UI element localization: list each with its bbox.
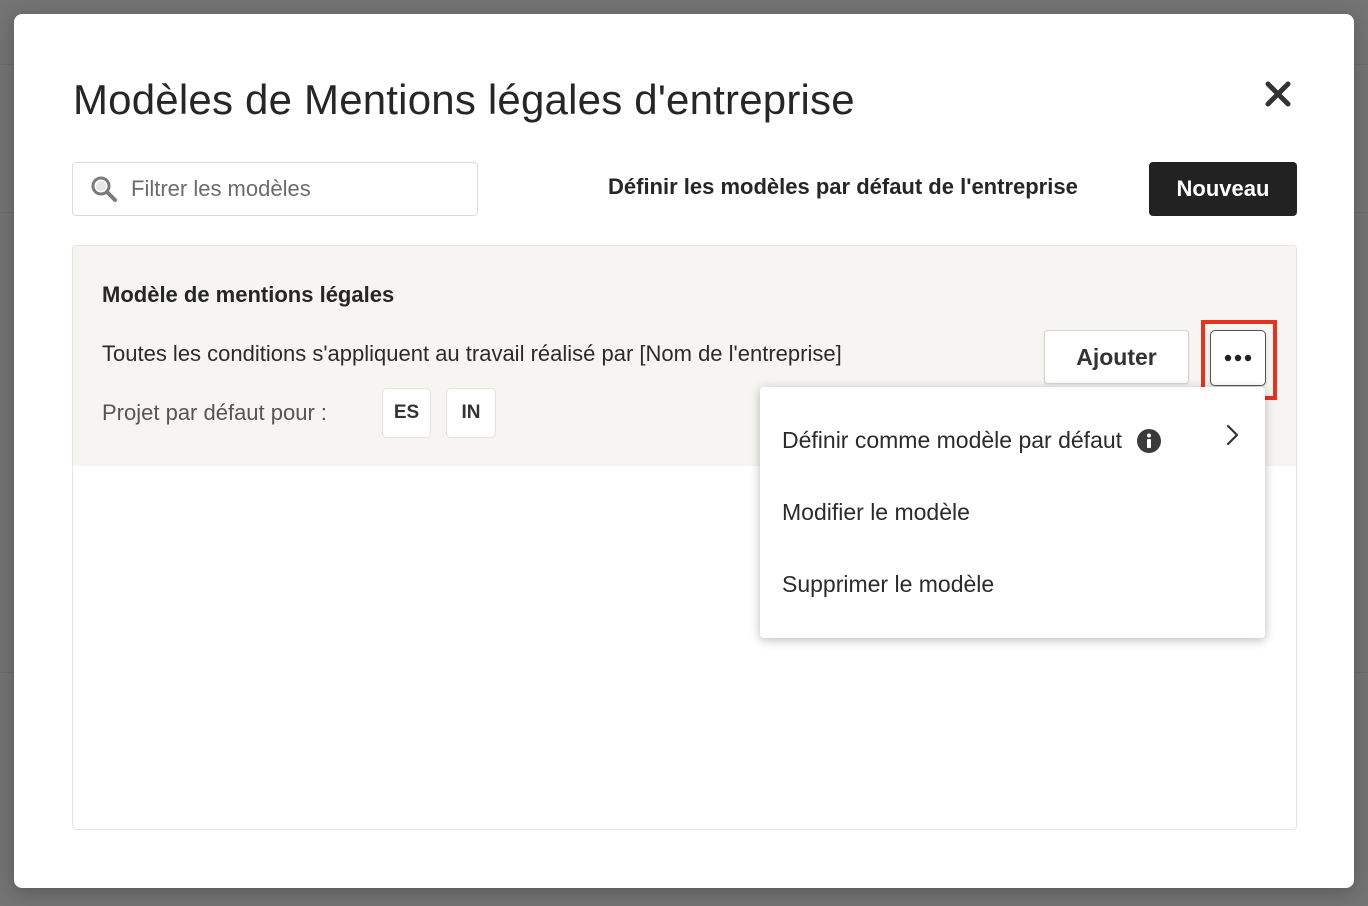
- menu-item-label: Modifier le modèle: [782, 499, 970, 525]
- info-icon[interactable]: [1136, 428, 1162, 454]
- set-company-defaults-link[interactable]: Définir les modèles par défaut de l'entr…: [608, 174, 1078, 200]
- more-horizontal-icon: [1224, 354, 1252, 362]
- default-chip-es: ES: [382, 388, 431, 438]
- search-input[interactable]: [131, 176, 451, 202]
- add-button[interactable]: Ajouter: [1044, 330, 1189, 384]
- template-name: Modèle de mentions légales: [102, 282, 395, 307]
- menu-item-set-default[interactable]: Définir comme modèle par défaut: [782, 427, 1162, 454]
- template-description: Toutes les conditions s'appliquent au tr…: [102, 341, 842, 366]
- new-template-button[interactable]: Nouveau: [1149, 162, 1297, 216]
- chevron-right-icon[interactable]: [1222, 423, 1242, 447]
- close-icon: [1265, 81, 1291, 107]
- menu-item-label: Supprimer le modèle: [782, 571, 995, 597]
- search-icon: [91, 176, 117, 202]
- default-for-label: Projet par défaut pour :: [102, 400, 328, 425]
- close-button[interactable]: [1258, 74, 1298, 114]
- modal-title: Modèles de Mentions légales d'entreprise: [73, 76, 855, 123]
- default-chip-in: IN: [446, 388, 496, 438]
- template-options-menu: Définir comme modèle par défaut Modifier…: [760, 387, 1265, 638]
- menu-item-label: Définir comme modèle par défaut: [782, 427, 1123, 453]
- menu-item-edit-template[interactable]: Modifier le modèle: [782, 499, 970, 526]
- more-options-button[interactable]: [1210, 330, 1266, 386]
- menu-item-delete-template[interactable]: Supprimer le modèle: [782, 571, 994, 598]
- search-field[interactable]: [72, 162, 478, 216]
